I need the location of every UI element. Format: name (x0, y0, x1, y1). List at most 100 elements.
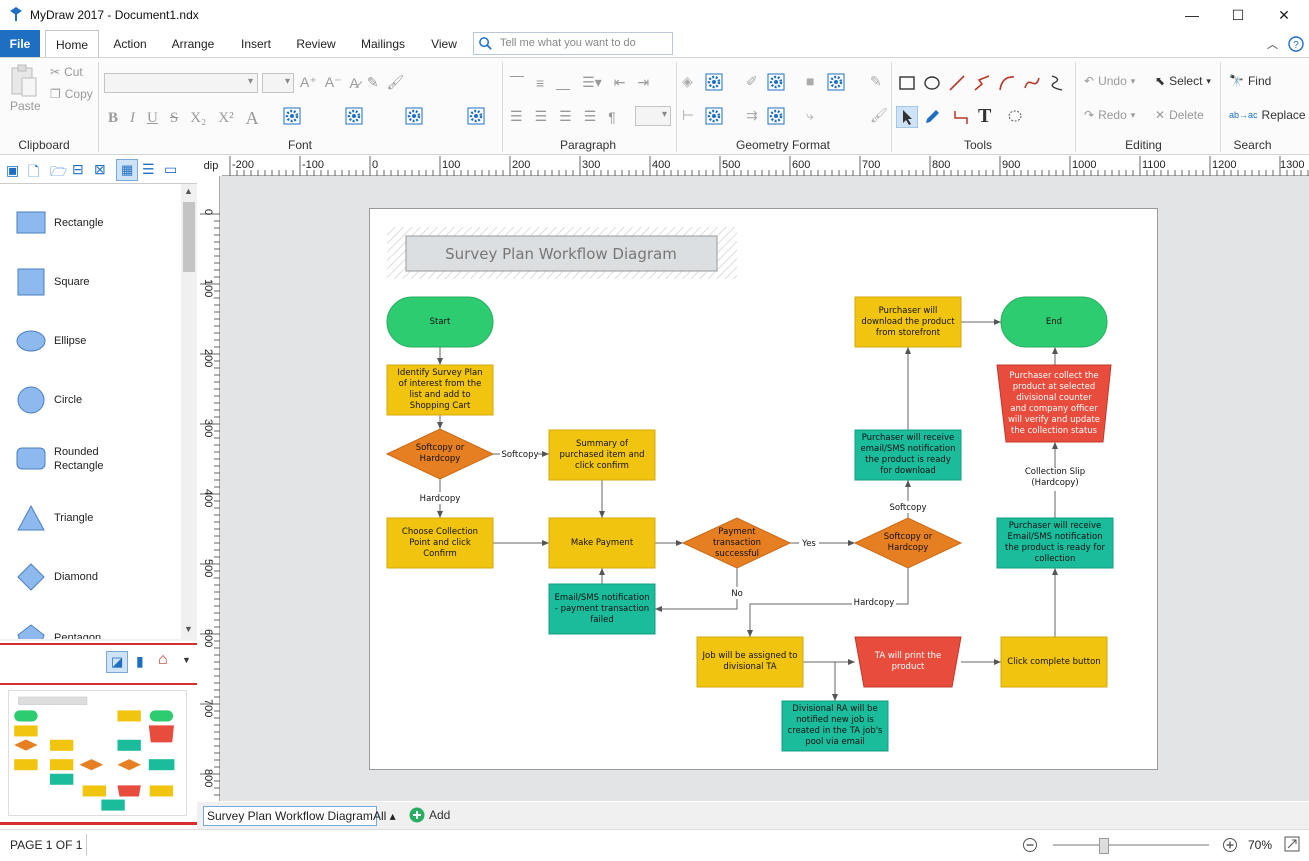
copy-button[interactable]: ❐ Copy (50, 87, 93, 101)
panel-view-icon[interactable]: ▭ (164, 161, 177, 178)
overview-thumbnail[interactable] (8, 690, 187, 816)
highlight-gear-icon[interactable] (344, 106, 364, 126)
softcopy-decision-1[interactable]: Softcopy or Hardcopy (385, 428, 495, 480)
align-bottom-icon[interactable]: ⎽ (556, 74, 570, 91)
scroll-down-icon[interactable]: ▼ (184, 624, 193, 634)
align-center-icon[interactable]: ☰ (535, 108, 548, 125)
panel-splitter[interactable] (0, 639, 197, 641)
tab-file[interactable]: File (0, 30, 40, 57)
lasso-tool-icon[interactable] (1006, 108, 1024, 126)
begin-arrow-icon[interactable]: ⊢ (682, 107, 694, 124)
bold-icon[interactable]: B (108, 110, 118, 127)
font-size-select[interactable]: ▾ (262, 73, 294, 93)
find-button[interactable]: 🔭 Find (1229, 74, 1271, 88)
zoom-slider[interactable] (1053, 844, 1209, 846)
shape-pentagon[interactable]: Pentagon (16, 618, 101, 639)
open-library-icon[interactable]: 🗁 (50, 161, 67, 185)
polyline-tool-icon[interactable] (973, 74, 991, 92)
undo-button[interactable]: ↶ Undo ▾ (1084, 74, 1135, 88)
shadow-format-gear-icon[interactable] (826, 72, 846, 92)
connector[interactable] (655, 568, 738, 612)
format-painter-icon[interactable]: 🖌 (387, 74, 405, 91)
align-middle-icon[interactable]: ≡ (536, 75, 544, 91)
ready-collection-node[interactable]: Purchaser will receive Email/SMS notific… (996, 517, 1114, 569)
bullets-icon[interactable]: ☰▾ (582, 74, 602, 91)
ellipse-tool-icon[interactable] (923, 74, 941, 92)
make-payment-node[interactable]: Make Payment (548, 517, 656, 569)
tab-view[interactable]: View (422, 30, 466, 57)
corner-icon[interactable]: ⤷ (806, 107, 814, 124)
zoom-in-icon[interactable] (1222, 837, 1238, 853)
all-pages-button[interactable]: All ▴ (373, 809, 396, 823)
pan-zoom-icon[interactable]: ◪ (106, 651, 128, 673)
scroll-thumb[interactable] (183, 202, 195, 272)
icons-view-icon[interactable]: ▦ (116, 159, 138, 181)
diagram-page[interactable]: Survey Plan Workflow Diagram Softcopy Ha… (369, 208, 1158, 770)
paste-icon[interactable] (9, 64, 39, 98)
ruler-unit[interactable]: dip (200, 156, 222, 176)
close-button[interactable]: ✕ (1261, 0, 1307, 30)
delete-button[interactable]: ✕ Delete (1155, 108, 1204, 122)
grow-font-icon[interactable]: A⁺ (300, 74, 317, 91)
start-node[interactable]: Start (386, 296, 494, 348)
page-tab-current[interactable]: Survey Plan Workflow Diagram (203, 806, 377, 826)
zoom-out-icon[interactable] (1022, 837, 1038, 853)
store-library-icon[interactable]: ⊟ (72, 161, 84, 178)
shape-rectangle[interactable]: Rectangle (16, 203, 104, 243)
save-library-icon[interactable]: ▣ (6, 162, 19, 179)
arc-tool-icon[interactable] (998, 74, 1016, 92)
shape-ellipse[interactable]: Ellipse (16, 321, 86, 361)
tab-review[interactable]: Review (290, 30, 342, 57)
font-family-select[interactable]: ▾ (104, 73, 258, 93)
shadow-gear-icon[interactable] (466, 106, 486, 126)
rectangle-tool-icon[interactable] (898, 74, 916, 92)
fit-page-icon[interactable] (1284, 836, 1300, 852)
redo-button[interactable]: ↷ Redo ▾ (1084, 108, 1135, 122)
home-icon[interactable]: ⌂ (158, 651, 168, 669)
shapes-scrollbar[interactable]: ▲ ▼ (181, 184, 197, 639)
outline-gear-icon[interactable] (404, 106, 424, 126)
superscript-icon[interactable]: X² (218, 110, 233, 127)
begin-arrow-gear-icon[interactable] (704, 106, 724, 126)
tell-me-search[interactable]: Tell me what you want to do (473, 32, 673, 55)
text-tool-icon[interactable]: T (978, 105, 991, 128)
choose-collection-node[interactable]: Choose Collection Point and click Confir… (386, 517, 494, 569)
geometry-eyedropper-icon[interactable]: ✎ (870, 73, 882, 90)
text-settings-gear-icon[interactable] (282, 106, 302, 126)
shadow-box-icon[interactable]: ■ (806, 73, 814, 89)
cut-button[interactable]: ✂ Cut (50, 65, 83, 79)
replace-button[interactable]: ab→ac Replace (1229, 108, 1306, 122)
library-book-icon[interactable]: ▮ (136, 653, 144, 670)
tab-home[interactable]: Home (45, 30, 99, 57)
tab-insert[interactable]: Insert (232, 30, 280, 57)
payment-decision[interactable]: Payment transaction successful (681, 517, 792, 569)
shape-diamond[interactable]: Diamond (16, 557, 98, 597)
pointer-tool-icon[interactable] (896, 106, 918, 128)
align-left-icon[interactable]: ☰ (510, 108, 523, 125)
decrease-indent-icon[interactable]: ⇤ (614, 74, 626, 91)
collapse-ribbon-icon[interactable]: ︿ (1267, 36, 1278, 52)
underline-icon[interactable]: U (147, 110, 158, 127)
shape-triangle[interactable]: Triangle (16, 498, 93, 538)
line-brush-icon[interactable]: ✐ (746, 73, 758, 90)
freeform-tool-icon[interactable] (1048, 74, 1066, 92)
click-complete-node[interactable]: Click complete button (1000, 636, 1108, 688)
shape-square[interactable]: Square (16, 262, 89, 302)
minimize-button[interactable]: — (1169, 0, 1215, 30)
text-color-icon[interactable]: A (246, 108, 259, 129)
tab-mailings[interactable]: Mailings (354, 30, 412, 57)
shape-rounded-rectangle[interactable]: Rounded Rectangle (16, 439, 114, 479)
strikethrough-icon[interactable]: S (170, 110, 178, 127)
ra-notified-node[interactable]: Divisional RA will be notified new job i… (781, 700, 889, 752)
align-right-icon[interactable]: ☰ (559, 108, 572, 125)
spacing-select[interactable]: ▾ (635, 106, 671, 126)
increase-indent-icon[interactable]: ⇥ (637, 74, 649, 91)
tab-arrange[interactable]: Arrange (165, 30, 221, 57)
end-arrow-gear-icon[interactable] (766, 106, 786, 126)
shrink-font-icon[interactable]: A⁻ (325, 74, 342, 91)
geometry-painter-icon[interactable]: 🖌 (870, 107, 888, 124)
print-product-node[interactable]: TA will print the product (854, 636, 962, 688)
clear-format-icon[interactable]: A̷ (349, 75, 358, 91)
subscript-icon[interactable]: X₂ (190, 110, 206, 127)
fill-gear-icon[interactable] (704, 72, 724, 92)
